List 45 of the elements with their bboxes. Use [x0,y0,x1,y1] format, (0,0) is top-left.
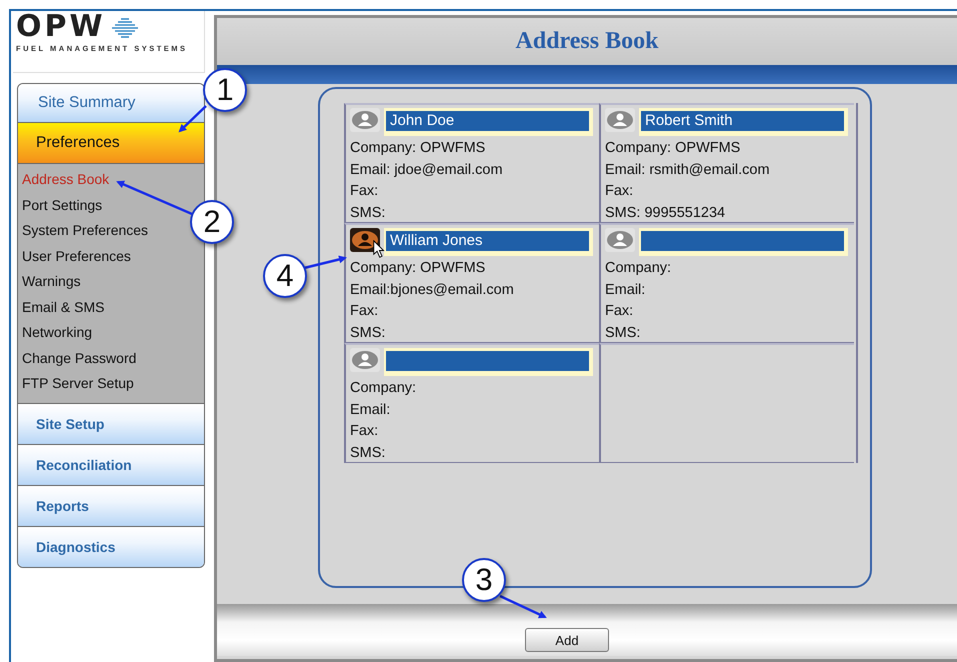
submenu-item[interactable]: User Preferences [22,244,131,269]
submenu-item[interactable]: Networking [22,320,92,346]
menu-item[interactable]: Reports [18,484,204,526]
menu-item[interactable]: Site Setup [18,402,204,444]
contact-detail: Company: OPWFMS [350,139,486,158]
submenu-item[interactable]: Port Settings [22,192,102,218]
contact-detail: Company: [350,379,418,398]
contact-detail: Fax: [605,182,634,201]
contact-detail: Email: jdoe@email.com [350,160,504,180]
menu-item[interactable]: Site Summary [18,84,204,122]
submenu-item[interactable]: Warnings [22,269,81,294]
diamond-logo-icon [110,16,140,38]
name-field[interactable] [386,351,589,371]
contact-detail: SMS: [350,444,386,462]
contact-detail: Company: [605,259,672,278]
page-title: Address Book [516,28,658,55]
contact-detail: SMS: [350,324,386,342]
menu-item[interactable]: Preferences [18,122,204,163]
logo-mark: OPW [16,13,106,41]
contact-detail: Email: [350,400,392,420]
contact-detail: Fax: [350,422,380,441]
menu-item[interactable]: Diagnostics [18,526,204,566]
contact-detail: SMS: 9995551234 [605,204,726,222]
menu-item[interactable]: Reconciliation [18,444,204,484]
contact-detail: Company: OPWFMS [350,259,486,278]
contact-detail: SMS: [350,204,386,222]
add-button[interactable]: Add [525,628,609,652]
person-icon[interactable] [350,228,380,252]
submenu-item[interactable]: FTP Server Setup [22,371,134,396]
contact-detail: Fax: [350,182,380,201]
contact-detail: SMS: [605,324,642,342]
name-field[interactable]: Robert Smith [641,111,844,131]
contact-detail: Email: rsmith@email.com [605,160,771,180]
contact-detail: Email: [605,280,646,300]
name-field[interactable]: John Doe [386,111,589,131]
name-field[interactable] [641,231,844,251]
contact-detail: Fax: [605,302,634,321]
contact-detail: Fax: [350,302,380,321]
contact-detail: Company: OPWFMS [605,139,742,158]
contact-detail: Email:bjones@email.com [350,280,515,300]
pointer-cursor-icon [373,240,385,258]
submenu-item[interactable]: Email & SMS [22,294,104,320]
name-field[interactable]: William Jones [386,231,589,251]
submenu-item[interactable]: System Preferences [22,218,148,244]
submenu-item[interactable]: Change Password [22,346,136,371]
